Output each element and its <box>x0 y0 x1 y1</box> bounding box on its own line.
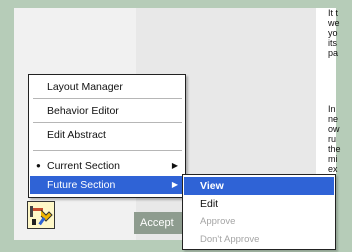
frame-top <box>0 0 352 8</box>
submenu-item-edit[interactable]: Edit <box>184 195 334 213</box>
menu-item-label: Edit Abstract <box>47 129 106 141</box>
submenu-item-label: Edit <box>200 198 219 210</box>
background-text-line: its <box>328 38 337 48</box>
wrench-screwdriver-icon <box>28 206 54 232</box>
submenu-item-approve: Approve <box>184 213 334 231</box>
menu-item-behavior-editor[interactable]: Behavior Editor <box>30 102 185 120</box>
menu-item-future-section[interactable]: Future Section ▶ <box>30 176 185 194</box>
menu-separator <box>33 150 182 151</box>
background-text-line: yo <box>328 28 338 38</box>
menu-item-edit-abstract[interactable]: Edit Abstract <box>30 126 185 144</box>
submenu-item-view[interactable]: View <box>184 177 334 195</box>
background-text-line: It t <box>328 8 339 18</box>
submenu-item-label: Approve <box>200 216 236 227</box>
chevron-right-icon: ▶ <box>171 180 178 189</box>
menu-item-label: Future Section <box>47 179 116 191</box>
submenu-item-dont-approve: Don't Approve <box>184 231 334 249</box>
background-text-line: In <box>328 104 336 114</box>
background-text-line: ex <box>328 164 338 174</box>
tools-button[interactable] <box>27 201 55 229</box>
context-menu: Layout Manager Behavior Editor Edit Abst… <box>28 74 186 198</box>
menu-separator <box>33 122 182 123</box>
frame-left <box>0 0 14 252</box>
background-text-line: the <box>328 144 341 154</box>
background-text-line: mi <box>328 154 338 164</box>
menu-separator <box>33 98 182 99</box>
menu-item-label: Layout Manager <box>47 81 123 93</box>
future-section-submenu: View Edit Approve Don't Approve <box>182 174 336 250</box>
chevron-right-icon: ▶ <box>171 161 178 170</box>
bullet-icon: ● <box>36 161 41 170</box>
background-text-line: ru <box>328 134 337 144</box>
background-text-block-1: It t we yo its pa <box>328 8 340 58</box>
menu-item-label: Current Section <box>47 160 120 172</box>
background-text-block-2: In ne ow ru the mi ex <box>328 104 341 174</box>
menu-item-label: Behavior Editor <box>47 105 119 117</box>
submenu-item-label: Don't Approve <box>200 234 260 245</box>
submenu-item-label: View <box>200 180 224 192</box>
background-text-line: pa <box>328 48 339 58</box>
menu-item-layout-manager[interactable]: Layout Manager <box>30 78 185 96</box>
background-text-line: ow <box>328 124 340 134</box>
background-text-line: ne <box>328 114 339 124</box>
background-text-line: we <box>328 18 340 28</box>
menu-item-current-section[interactable]: ● Current Section ▶ <box>30 157 185 175</box>
